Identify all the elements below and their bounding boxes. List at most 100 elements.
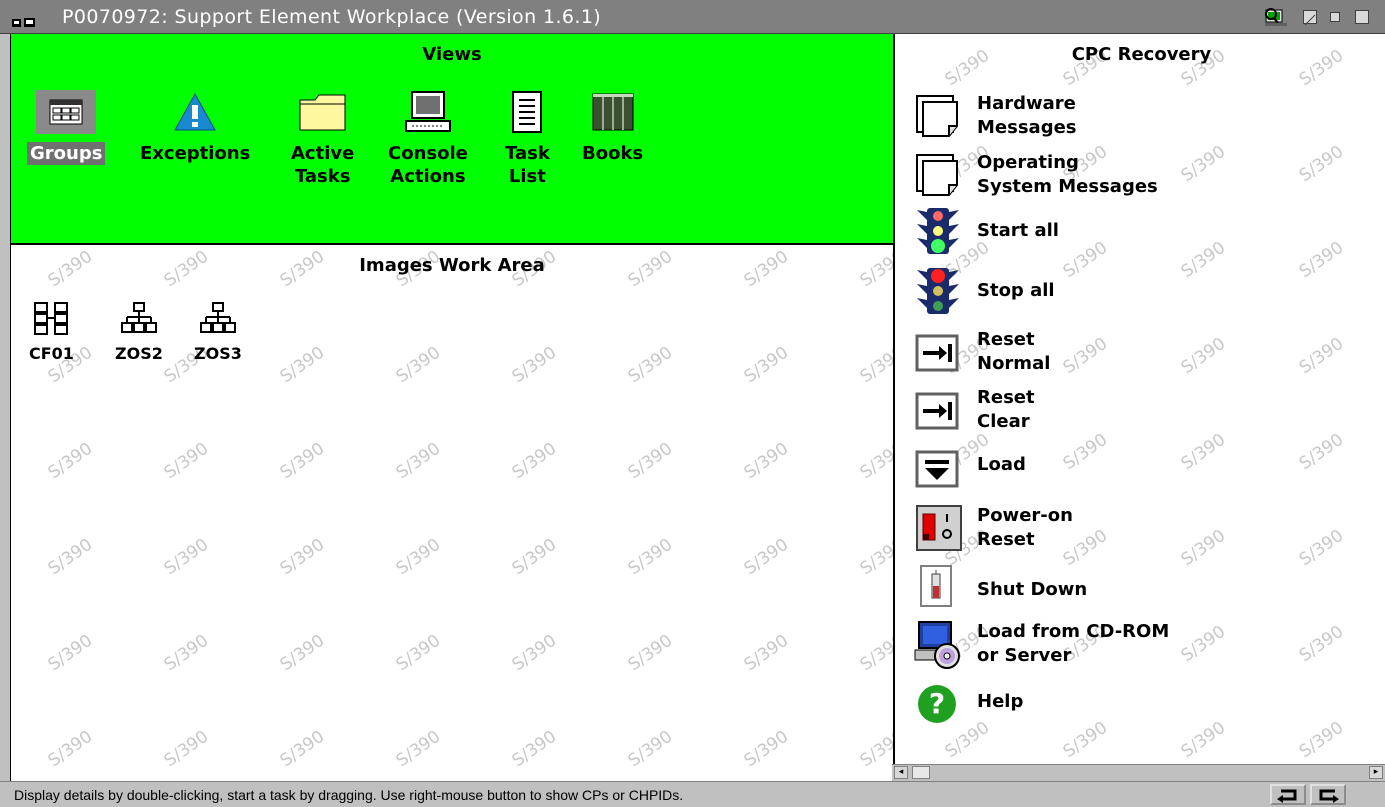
watermark-text: S/390 <box>740 534 793 580</box>
status-bar: Display details by double-clicking, star… <box>0 781 1385 807</box>
view-task-list-label-line1: Task <box>505 143 550 164</box>
task-label: Stop all <box>977 280 1055 301</box>
watermark-text: S/390 <box>1295 333 1348 379</box>
task-hardware-messages[interactable]: Hardware Messages <box>913 92 1213 142</box>
task-label-line2: Messages <box>977 117 1077 138</box>
image-cf01[interactable]: CF01 <box>29 301 74 363</box>
task-load[interactable]: Load <box>913 446 1213 496</box>
task-label-line2: or Server <box>977 645 1072 666</box>
status-text: Display details by double-clicking, star… <box>14 787 684 803</box>
watermark-text: S/390 <box>276 438 329 484</box>
task-reset-clear[interactable]: Reset Clear <box>913 386 1213 436</box>
watermark-text: S/390 <box>508 438 561 484</box>
view-books[interactable]: Books <box>579 90 646 165</box>
watermark-text: S/390 <box>160 438 213 484</box>
views-area: Views Groups Exceptions Active Tasks Con… <box>11 34 893 245</box>
watermark-text: S/390 <box>508 342 561 388</box>
scroll-right-arrow[interactable]: ▸ <box>1369 766 1383 779</box>
magnifier-computer-icon[interactable] <box>1263 6 1289 28</box>
reset-arrow-icon <box>915 392 959 430</box>
help-icon: ? <box>918 685 956 723</box>
rotate-right-button[interactable] <box>1310 784 1346 805</box>
partition-hierarchy-icon <box>199 302 236 333</box>
exceptions-icon <box>174 92 217 131</box>
view-console-actions-label-line1: Console <box>388 143 468 164</box>
cpc-recovery-title: CPC Recovery <box>1071 44 1212 65</box>
view-exceptions[interactable]: Exceptions <box>137 90 253 165</box>
task-shut-down[interactable]: Shut Down <box>913 562 1213 612</box>
task-list-icon <box>512 91 543 133</box>
task-stop-all[interactable]: Stop all <box>913 266 1213 316</box>
watermark-text: S/390 <box>624 342 677 388</box>
watermark-text: S/390 <box>160 534 213 580</box>
task-label: Load <box>977 454 1026 475</box>
horizontal-scrollbar[interactable]: ◂ ▸ <box>892 764 1385 781</box>
rotate-left-button[interactable] <box>1270 784 1306 805</box>
watermark-text: S/390 <box>856 630 893 676</box>
watermark-text: S/390 <box>624 534 677 580</box>
traffic-light-red-icon <box>917 268 959 314</box>
watermark-text: S/390 <box>856 438 893 484</box>
watermark-text: S/390 <box>44 438 97 484</box>
task-label-line1: Operating <box>977 152 1079 173</box>
svg-text:?: ? <box>929 687 945 720</box>
view-books-label: Books <box>582 143 644 164</box>
folder-icon <box>299 94 346 131</box>
views-title: Views <box>422 44 482 65</box>
scroll-thumb[interactable] <box>912 766 930 779</box>
task-load-from-cdrom[interactable]: Load from CD-ROM or Server <box>913 620 1213 670</box>
view-groups-label: Groups <box>27 142 106 165</box>
task-help[interactable]: ? Help <box>913 680 1213 730</box>
task-power-on-reset[interactable]: Power-on Reset <box>913 504 1213 554</box>
watermark-text: S/390 <box>392 342 445 388</box>
image-zos2[interactable]: ZOS2 <box>115 301 163 363</box>
minimize-button[interactable] <box>1330 12 1340 22</box>
task-label: Start all <box>977 220 1059 241</box>
rotate-right-icon <box>1319 789 1339 803</box>
watermark-text: S/390 <box>740 630 793 676</box>
view-active-tasks-label-line2: Tasks <box>294 166 351 187</box>
watermark-text: S/390 <box>44 534 97 580</box>
view-task-list-label-line2: List <box>508 166 546 187</box>
task-operating-system-messages[interactable]: Operating System Messages <box>913 151 1213 201</box>
title-bar[interactable]: P0070972: Support Element Workplace (Ver… <box>0 0 1385 34</box>
watermark-text: S/390 <box>508 534 561 580</box>
coupling-facility-icon <box>34 302 69 335</box>
task-label-line1: Hardware <box>977 93 1076 114</box>
view-exceptions-label: Exceptions <box>140 143 251 164</box>
watermark-text: S/390 <box>392 726 445 772</box>
task-label-line1: Load from CD-ROM <box>977 621 1170 642</box>
images-work-area[interactable]: S/390 S/390 S/390 S/390 S/390 S/390 S/390 S/390… <box>11 245 893 781</box>
document-stack-icon <box>916 154 958 196</box>
watermark-text: S/390 <box>1295 621 1348 667</box>
watermark-text: S/390 <box>856 726 893 772</box>
task-start-all[interactable]: Start all <box>913 206 1213 256</box>
watermark-text: S/390 <box>276 630 329 676</box>
watermark-text: S/390 <box>1295 525 1348 571</box>
image-zos3-label: ZOS3 <box>194 344 242 363</box>
view-console-actions-label-line2: Actions <box>390 166 466 187</box>
watermark-text: S/390 <box>276 342 329 388</box>
watermark-text: S/390 <box>740 726 793 772</box>
watermark-text: S/390 <box>740 438 793 484</box>
task-reset-normal[interactable]: Reset Normal <box>913 328 1213 378</box>
view-active-tasks-label-line1: Active <box>291 143 355 164</box>
task-label-line2: Reset <box>977 529 1035 550</box>
view-console-actions[interactable]: Console Actions <box>385 90 471 188</box>
maximize-button[interactable] <box>1355 10 1369 24</box>
work-area-title: Images Work Area <box>359 255 545 276</box>
restore-button[interactable] <box>1303 10 1317 26</box>
cd-computer-icon <box>914 621 960 669</box>
partition-hierarchy-icon <box>120 302 157 333</box>
load-arrow-icon <box>915 450 959 488</box>
view-groups[interactable]: Groups <box>27 90 106 165</box>
watermark-text: S/390 <box>856 342 893 388</box>
image-zos3[interactable]: ZOS3 <box>194 301 242 363</box>
scroll-left-arrow[interactable]: ◂ <box>894 766 908 779</box>
watermark-text: S/390 <box>856 534 893 580</box>
view-active-tasks[interactable]: Active Tasks <box>288 90 357 188</box>
view-task-list[interactable]: Task List <box>502 90 553 188</box>
watermark-text: S/390 <box>1295 429 1348 475</box>
books-icon <box>592 93 634 131</box>
task-label: Help <box>977 691 1024 712</box>
